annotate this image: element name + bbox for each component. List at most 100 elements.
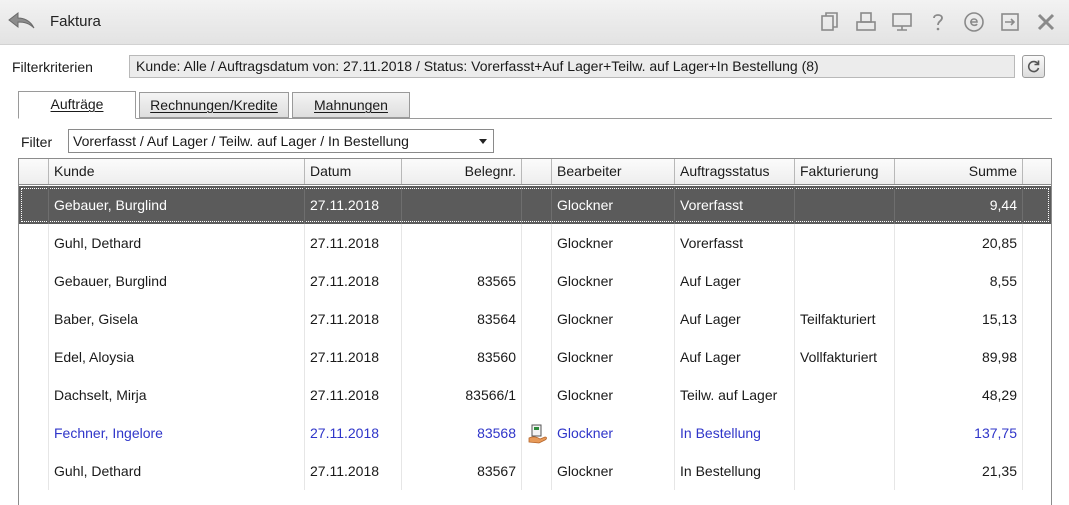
cell-status: Vorerfasst — [675, 224, 795, 262]
cell-kunde: Gebauer, Burglind — [49, 262, 305, 300]
cell-bearbeiter: Glockner — [552, 186, 675, 224]
cell-bearbeiter: Glockner — [552, 262, 675, 300]
cell-belegnr: 83564 — [402, 300, 522, 338]
cell-status: Auf Lager — [675, 338, 795, 376]
filter-criteria-field: Kunde: Alle / Auftragsdatum von: 27.11.2… — [129, 55, 1015, 78]
cell-datum: 27.11.2018 — [305, 300, 402, 338]
cell-summe: 15,13 — [895, 300, 1023, 338]
help-icon[interactable] — [923, 8, 953, 36]
header-icon-column[interactable] — [522, 159, 552, 184]
table-row[interactable]: Gebauer, Burglind 27.11.2018 Glockner Vo… — [19, 186, 1051, 224]
cell-status: Teilw. auf Lager — [675, 376, 795, 414]
cell-status: In Bestellung — [675, 452, 795, 490]
back-button[interactable] — [6, 8, 38, 36]
cell-kunde: Gebauer, Burglind — [49, 186, 305, 224]
header-datum[interactable]: Datum — [305, 159, 402, 184]
cell-summe: 21,35 — [895, 452, 1023, 490]
cell-bearbeiter: Glockner — [552, 376, 675, 414]
cell-belegnr: 83567 — [402, 452, 522, 490]
cell-kunde: Guhl, Dethard — [49, 224, 305, 262]
cell-status: Auf Lager — [675, 262, 795, 300]
cell-datum: 27.11.2018 — [305, 414, 402, 452]
tab-mahnungen[interactable]: Mahnungen — [292, 92, 410, 118]
cell-fakturierung — [795, 262, 895, 300]
table-row[interactable]: Guhl, Dethard 27.11.2018 83567 Glockner … — [19, 452, 1051, 490]
title-bar: Faktura — [0, 0, 1069, 45]
cell-summe: 20,85 — [895, 224, 1023, 262]
header-auftragsstatus[interactable]: Auftragsstatus — [675, 159, 795, 184]
monitor-icon[interactable] — [887, 8, 917, 36]
back-arrow-icon — [8, 11, 35, 29]
cell-kunde: Dachselt, Mirja — [49, 376, 305, 414]
e-icon[interactable] — [959, 8, 989, 36]
cell-fakturierung: Teilfakturiert — [795, 300, 895, 338]
tab-strip-line — [18, 118, 1052, 119]
cell-fakturierung — [795, 376, 895, 414]
cell-kunde: Fechner, Ingelore — [49, 414, 305, 452]
header-extra — [1023, 159, 1051, 184]
tab-auftraege[interactable]: Aufträge — [18, 91, 136, 119]
chevron-down-icon — [479, 139, 487, 144]
refresh-button[interactable] — [1022, 55, 1045, 78]
cell-fakturierung: Vollfakturiert — [795, 338, 895, 376]
close-icon[interactable] — [1031, 8, 1061, 36]
table-row[interactable]: Fechner, Ingelore 27.11.2018 83568 Glock… — [19, 414, 1051, 452]
header-summe[interactable]: Summe — [895, 159, 1023, 184]
filter-label: Filter — [21, 134, 53, 150]
cell-fakturierung — [795, 452, 895, 490]
cell-bearbeiter: Glockner — [552, 452, 675, 490]
window-title: Faktura — [50, 13, 101, 30]
cell-bearbeiter: Glockner — [552, 414, 675, 452]
cell-summe: 137,75 — [895, 414, 1023, 452]
table-row[interactable]: Gebauer, Burglind 27.11.2018 83565 Glock… — [19, 262, 1051, 300]
cell-bearbeiter: Glockner — [552, 338, 675, 376]
cell-datum: 27.11.2018 — [305, 224, 402, 262]
cell-bearbeiter: Glockner — [552, 224, 675, 262]
cell-kunde: Baber, Gisela — [49, 300, 305, 338]
toolbar — [815, 8, 1061, 36]
print-icon[interactable] — [851, 8, 881, 36]
header-bearbeiter[interactable]: Bearbeiter — [552, 159, 675, 184]
cell-datum: 27.11.2018 — [305, 338, 402, 376]
cell-datum: 27.11.2018 — [305, 452, 402, 490]
cell-belegnr — [402, 224, 522, 262]
order-hand-icon — [528, 424, 547, 444]
cell-fakturierung — [795, 414, 895, 452]
cell-datum: 27.11.2018 — [305, 262, 402, 300]
table-row[interactable]: Edel, Aloysia 27.11.2018 83560 Glockner … — [19, 338, 1051, 376]
cell-kunde: Edel, Aloysia — [49, 338, 305, 376]
cell-datum: 27.11.2018 — [305, 186, 402, 224]
cell-summe: 48,29 — [895, 376, 1023, 414]
cell-bearbeiter: Glockner — [552, 300, 675, 338]
cell-status: In Bestellung — [675, 414, 795, 452]
refresh-icon — [1027, 60, 1040, 73]
header-indicator[interactable] — [19, 159, 49, 184]
header-kunde[interactable]: Kunde — [49, 159, 305, 184]
table-row[interactable]: Baber, Gisela 27.11.2018 83564 Glockner … — [19, 300, 1051, 338]
cell-belegnr: 83568 — [402, 414, 522, 452]
table-row[interactable]: Dachselt, Mirja 27.11.2018 83566/1 Glock… — [19, 376, 1051, 414]
tab-rechnungen-kredite[interactable]: Rechnungen/Kredite — [139, 92, 289, 118]
header-belegnr[interactable]: Belegnr. — [402, 159, 522, 184]
cell-fakturierung — [795, 224, 895, 262]
filter-criteria-label: Filterkriterien — [12, 59, 93, 75]
cell-status: Auf Lager — [675, 300, 795, 338]
filter-selected-value: Vorerfasst / Auf Lager / Teilw. auf Lage… — [73, 133, 409, 149]
cell-fakturierung — [795, 186, 895, 224]
cell-belegnr: 83560 — [402, 338, 522, 376]
cell-kunde: Guhl, Dethard — [49, 452, 305, 490]
header-fakturierung[interactable]: Fakturierung — [795, 159, 895, 184]
table-header: Kunde Datum Belegnr. Bearbeiter Auftrags… — [19, 159, 1051, 185]
cell-status: Vorerfasst — [675, 186, 795, 224]
cell-belegnr — [402, 186, 522, 224]
cell-summe: 8,55 — [895, 262, 1023, 300]
cell-belegnr: 83566/1 — [402, 376, 522, 414]
cell-belegnr: 83565 — [402, 262, 522, 300]
copy-icon[interactable] — [815, 8, 845, 36]
filter-dropdown[interactable]: Vorerfasst / Auf Lager / Teilw. auf Lage… — [68, 129, 494, 153]
cell-summe: 9,44 — [895, 186, 1023, 224]
export-icon[interactable] — [995, 8, 1025, 36]
cell-summe: 89,98 — [895, 338, 1023, 376]
cell-datum: 27.11.2018 — [305, 376, 402, 414]
table-row[interactable]: Guhl, Dethard 27.11.2018 Glockner Vorerf… — [19, 224, 1051, 262]
